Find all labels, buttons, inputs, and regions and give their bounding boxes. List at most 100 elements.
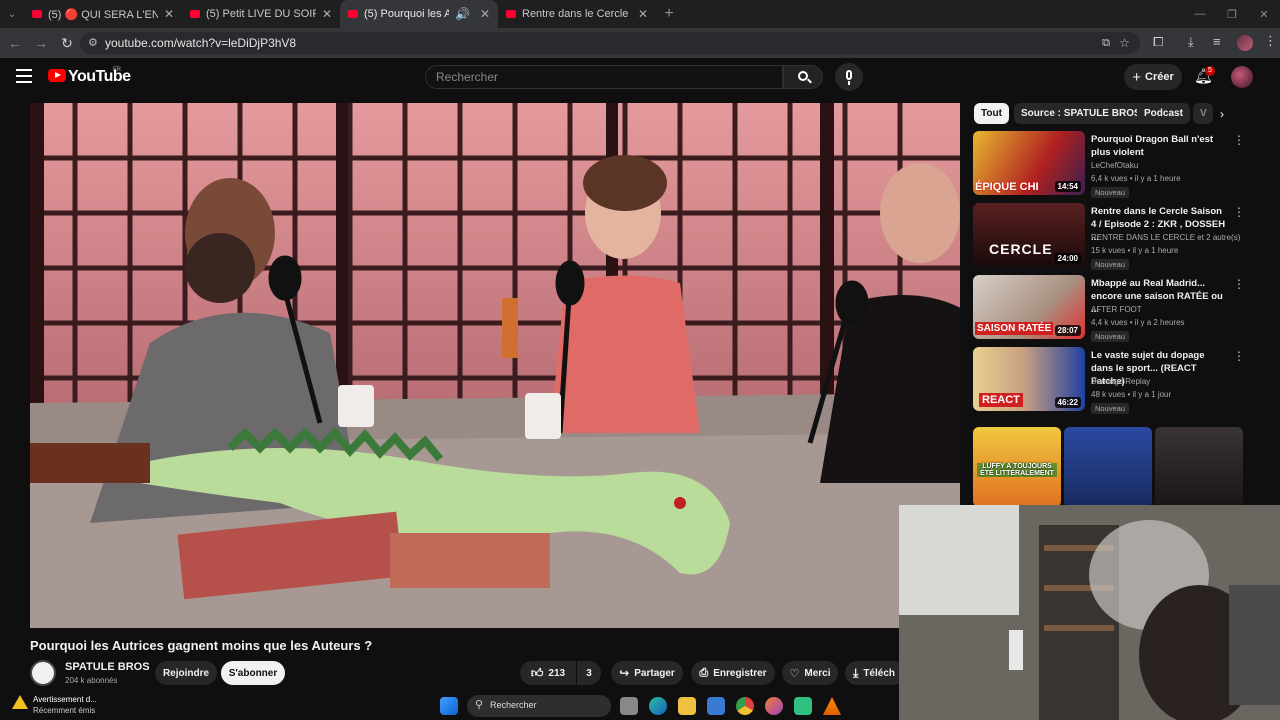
short-thumbnail[interactable]: LUFFY A TOUJOURS ÉTÉ LITTÉRALEMENT bbox=[973, 427, 1061, 507]
download-button[interactable]: ⤓ Téléch bbox=[845, 661, 905, 685]
close-window-icon[interactable]: ✕ bbox=[1248, 8, 1280, 21]
save-button[interactable]: ⎙ Enregistrer bbox=[691, 661, 775, 685]
back-icon[interactable]: ← bbox=[2, 35, 28, 51]
youtube-logo-icon[interactable] bbox=[48, 69, 66, 82]
task-view-icon[interactable] bbox=[620, 697, 638, 715]
youtube-logo-text[interactable]: YouTube bbox=[68, 68, 131, 86]
dislike-count: 3 bbox=[586, 667, 592, 679]
store-icon[interactable] bbox=[707, 697, 725, 715]
thumbnail-text: SAISON RATÉE bbox=[975, 322, 1054, 335]
voice-search-button[interactable] bbox=[835, 63, 863, 91]
install-icon[interactable]: ⧉ bbox=[1102, 32, 1110, 54]
more-options-icon[interactable]: ⋮ bbox=[1233, 133, 1245, 147]
reload-icon[interactable]: ↻ bbox=[54, 35, 80, 52]
download-label: Téléch bbox=[863, 667, 895, 679]
channel-avatar[interactable] bbox=[30, 660, 56, 686]
minimize-icon[interactable]: — bbox=[1184, 8, 1216, 20]
app-icon[interactable] bbox=[794, 697, 812, 715]
more-options-icon[interactable]: ⋮ bbox=[1233, 205, 1245, 219]
like-count: 213 bbox=[548, 667, 566, 679]
dislike-button[interactable]: 3 bbox=[577, 661, 601, 685]
youtube-favicon-icon bbox=[506, 10, 516, 18]
recommendation-item[interactable]: SAISON RATÉE 28:07 Mbappé au Real Madrid… bbox=[973, 275, 1245, 342]
browser-menu-icon[interactable]: ⋮ bbox=[1264, 33, 1277, 49]
bookmark-star-icon[interactable]: ☆ bbox=[1119, 32, 1130, 54]
account-avatar[interactable] bbox=[1231, 66, 1253, 88]
browser-tab[interactable]: Rentre dans le Cercle Saison 4 ✕ bbox=[498, 0, 656, 28]
url-field[interactable]: ⚙ youtube.com/watch?v=leDiDjP3hV8 ⧉ ☆ bbox=[80, 32, 1140, 54]
chevron-right-icon[interactable]: › bbox=[1220, 107, 1224, 121]
filter-chip-source[interactable]: Source : SPATULE BROS bbox=[1014, 103, 1148, 124]
recommendation-item[interactable]: CERCLE 24:00 Rentre dans le Cercle Saiso… bbox=[973, 203, 1245, 270]
video-thumbnail[interactable]: ÉPIQUE CHI 14:54 bbox=[973, 131, 1085, 195]
search-input[interactable]: Rechercher bbox=[425, 65, 783, 89]
tab-title: (5) Petit LIVE DU SOIR ! - YouTu bbox=[206, 8, 316, 20]
thumbnail-text: CERCLE bbox=[989, 241, 1053, 257]
maximize-icon[interactable]: ❐ bbox=[1216, 8, 1248, 21]
media-control-icon[interactable]: ≡ bbox=[1213, 34, 1221, 49]
search-icon: ⚲ bbox=[475, 699, 484, 711]
new-tab-icon[interactable]: + bbox=[656, 5, 682, 23]
video-thumbnail[interactable]: CERCLE 24:00 bbox=[973, 203, 1085, 267]
browser-tab[interactable]: (5) 🔴 QUI SERA L'ENNEMI FIN ✕ bbox=[24, 0, 182, 28]
channel-name[interactable]: SPATULE BROS bbox=[65, 661, 150, 673]
system-notification[interactable]: Avertissement d... Récemment émis bbox=[0, 692, 120, 718]
close-tab-icon[interactable]: ✕ bbox=[164, 7, 174, 21]
site-info-icon[interactable]: ⚙ bbox=[88, 32, 98, 54]
filter-chip-podcast[interactable]: Podcast bbox=[1137, 103, 1190, 124]
tab-list-icon[interactable]: ⌄ bbox=[0, 9, 24, 20]
close-tab-icon[interactable]: ✕ bbox=[480, 7, 490, 21]
subscribe-button[interactable]: S'abonner bbox=[221, 661, 285, 685]
filter-chip-all[interactable]: Tout bbox=[974, 103, 1009, 124]
recommendation-channel: Domingo Replay bbox=[1091, 377, 1151, 386]
close-tab-icon[interactable]: ✕ bbox=[638, 7, 648, 21]
recommendation-item[interactable]: REACT 46:22 Le vaste sujet du dopage dan… bbox=[973, 347, 1245, 414]
speaker-icon[interactable]: 🔊 bbox=[455, 7, 470, 21]
firefox-icon[interactable] bbox=[765, 697, 783, 715]
short-caption: LUFFY A TOUJOURS ÉTÉ LITTÉRALEMENT bbox=[977, 463, 1057, 477]
hamburger-menu-icon[interactable] bbox=[16, 69, 32, 83]
subscriber-count: 204 k abonnés bbox=[65, 676, 118, 685]
download-icon: ⤓ bbox=[853, 665, 859, 680]
short-thumbnail[interactable] bbox=[1155, 427, 1243, 507]
video-thumbnail[interactable]: SAISON RATÉE 28:07 bbox=[973, 275, 1085, 339]
youtube-header: YouTube FR Rechercher + Créer 🔔︎ 5 bbox=[0, 58, 1280, 98]
browser-tab[interactable]: (5) Petit LIVE DU SOIR ! - YouTu ✕ bbox=[182, 0, 340, 28]
filter-chip-more[interactable]: V bbox=[1193, 103, 1213, 124]
url-text: youtube.com/watch?v=leDiDjP3hV8 bbox=[105, 36, 297, 50]
close-tab-icon[interactable]: ✕ bbox=[322, 7, 332, 21]
recommendation-meta: 6,4 k vues • il y a 1 heure bbox=[1091, 174, 1181, 183]
downloads-icon[interactable]: ⤓ bbox=[1188, 34, 1194, 50]
recommendation-item[interactable]: ÉPIQUE CHI 14:54 Pourquoi Dragon Ball n'… bbox=[973, 131, 1245, 198]
share-icon: ↪ bbox=[619, 666, 630, 680]
video-title: Pourquoi les Autrices gagnent moins que … bbox=[30, 638, 373, 653]
new-badge: Nouveau bbox=[1091, 403, 1130, 414]
forward-icon[interactable]: → bbox=[28, 35, 54, 51]
create-button[interactable]: + Créer bbox=[1124, 64, 1182, 90]
video-player[interactable] bbox=[30, 103, 960, 628]
profile-avatar[interactable] bbox=[1237, 35, 1253, 51]
taskbar-search[interactable]: ⚲ Rechercher bbox=[467, 695, 611, 717]
share-button[interactable]: ↪ Partager bbox=[611, 661, 683, 685]
edge-icon[interactable] bbox=[649, 697, 667, 715]
like-button[interactable]: 👍︎ 213 bbox=[520, 661, 576, 685]
extensions-icon[interactable]: ⧠ bbox=[1153, 34, 1163, 50]
chrome-icon[interactable] bbox=[736, 697, 754, 715]
browser-tab-active[interactable]: (5) Pourquoi les Autrices ga 🔊 ✕ bbox=[340, 0, 498, 28]
windows-start-icon[interactable] bbox=[440, 697, 458, 715]
thanks-button[interactable]: ♡ Merci bbox=[782, 661, 838, 685]
file-explorer-icon[interactable] bbox=[678, 697, 696, 715]
more-options-icon[interactable]: ⋮ bbox=[1233, 349, 1245, 363]
join-button[interactable]: Rejoindre bbox=[155, 661, 217, 685]
more-options-icon[interactable]: ⋮ bbox=[1233, 277, 1245, 291]
youtube-favicon-icon bbox=[348, 10, 358, 18]
search-button[interactable] bbox=[783, 65, 823, 89]
short-thumbnail[interactable] bbox=[1064, 427, 1152, 507]
thumbnail-text: ÉPIQUE CHI bbox=[975, 181, 1039, 193]
vlc-icon[interactable] bbox=[823, 697, 841, 715]
recommendation-meta: 4,4 k vues • il y a 2 heures bbox=[1091, 318, 1185, 327]
taskbar-search-text: Rechercher bbox=[490, 700, 537, 710]
video-frame bbox=[30, 103, 960, 628]
video-thumbnail[interactable]: REACT 46:22 bbox=[973, 347, 1085, 411]
new-badge: Nouveau bbox=[1091, 187, 1130, 198]
